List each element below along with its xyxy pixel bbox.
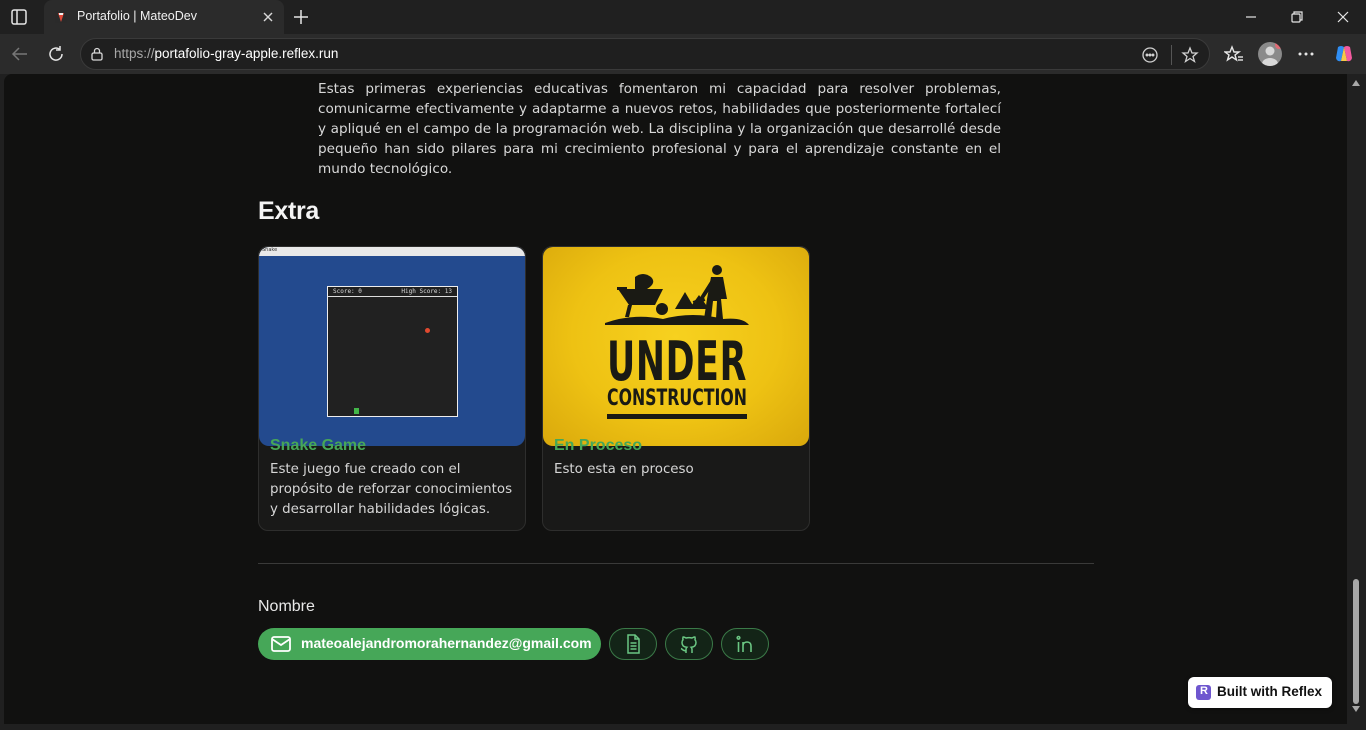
snake-window-bar: Snake — [259, 247, 525, 256]
address-bar[interactable]: https://portafolio-gray-apple.reflex.run — [80, 38, 1210, 70]
snake-score: Score: 0 — [333, 288, 362, 295]
project-description: Esto esta en proceso — [554, 462, 694, 477]
back-icon[interactable] — [10, 44, 30, 64]
close-window-icon[interactable] — [1334, 8, 1352, 26]
snake-food — [425, 328, 430, 333]
favicon — [55, 11, 67, 23]
plus-icon[interactable] — [291, 7, 311, 27]
notification-dot — [1275, 42, 1282, 49]
wheelbarrow-icon — [617, 274, 668, 317]
refresh-icon[interactable] — [46, 44, 66, 64]
page-viewport: Estas primeras experiencias educativas f… — [4, 74, 1347, 724]
more-icon[interactable] — [1296, 44, 1316, 64]
favorites-icon[interactable] — [1224, 44, 1244, 64]
built-with-reflex-badge[interactable]: R Built with Reflex — [1188, 677, 1332, 708]
construction-illustration: UNDER CONSTRUCTION — [605, 265, 749, 419]
browser-toolbar: https://portafolio-gray-apple.reflex.run — [0, 34, 1366, 74]
github-button[interactable] — [665, 628, 713, 660]
scroll-up-arrow-icon[interactable] — [1352, 80, 1360, 86]
name-label: Nombre — [258, 598, 315, 615]
under-text: UNDER — [607, 330, 747, 393]
snake-thumbnail: Snake Score: 0 High Score: 13 — [259, 247, 525, 446]
lock-icon[interactable] — [90, 47, 104, 61]
browser-tab-bar: Portafolio | MateoDev — [0, 0, 1366, 34]
badge-text: Built with Reflex — [1217, 684, 1323, 699]
linkedin-button[interactable] — [721, 628, 769, 660]
tab-title: Portafolio | MateoDev — [77, 9, 197, 23]
profile-icon[interactable] — [1258, 42, 1282, 66]
worker-icon — [692, 265, 727, 319]
url-text[interactable]: https://portafolio-gray-apple.reflex.run — [114, 46, 338, 61]
document-icon — [627, 634, 640, 654]
window-bottom-edge — [0, 724, 1366, 730]
close-icon[interactable] — [260, 9, 276, 25]
copilot-icon[interactable] — [1333, 43, 1355, 65]
tab-actions-icon[interactable] — [9, 7, 29, 27]
under-construction-thumbnail: UNDER CONSTRUCTION — [543, 247, 809, 446]
project-card-in-progress[interactable]: UNDER CONSTRUCTION En Proceso Esto esta … — [542, 246, 810, 531]
snake-hud: Score: 0 High Score: 13 — [328, 287, 457, 297]
github-icon — [680, 636, 697, 653]
underline-bar — [607, 414, 747, 419]
project-description: Este juego fue creado con el propósito d… — [270, 462, 513, 517]
snake-game-window: Score: 0 High Score: 13 — [327, 286, 458, 417]
linkedin-icon — [736, 635, 752, 652]
email-button[interactable]: mateoalejandromorahernandez@gmail.com — [258, 628, 601, 660]
project-card-snake[interactable]: Snake Score: 0 High Score: 13 Snake Game… — [258, 246, 526, 531]
snake-body — [354, 408, 359, 414]
email-text: mateoalejandromorahernandez@gmail.com — [301, 635, 592, 651]
snake-high-score: High Score: 13 — [401, 288, 452, 295]
construction-text: CONSTRUCTION — [607, 386, 747, 411]
scrollbar-thumb[interactable] — [1353, 579, 1359, 704]
resume-button[interactable] — [609, 628, 657, 660]
section-title: Extra — [258, 197, 320, 225]
scroll-down-arrow-icon[interactable] — [1352, 706, 1360, 712]
reflex-logo-icon: R — [1196, 685, 1211, 700]
snake-window-caption: Snake — [262, 247, 278, 253]
intro-paragraph: Estas primeras experiencias educativas f… — [318, 81, 1001, 177]
minimize-icon[interactable] — [1242, 8, 1260, 26]
footer-divider — [258, 563, 1094, 564]
project-title[interactable]: Snake Game — [270, 437, 366, 455]
star-icon[interactable] — [1181, 46, 1199, 64]
reader-icon[interactable] — [1141, 46, 1159, 64]
browser-tab[interactable]: Portafolio | MateoDev — [44, 0, 284, 34]
project-title[interactable]: En Proceso — [554, 437, 642, 455]
mail-icon — [271, 636, 291, 652]
restore-icon[interactable] — [1288, 8, 1306, 26]
separator — [1171, 45, 1172, 65]
scrollbar[interactable] — [1347, 74, 1366, 724]
